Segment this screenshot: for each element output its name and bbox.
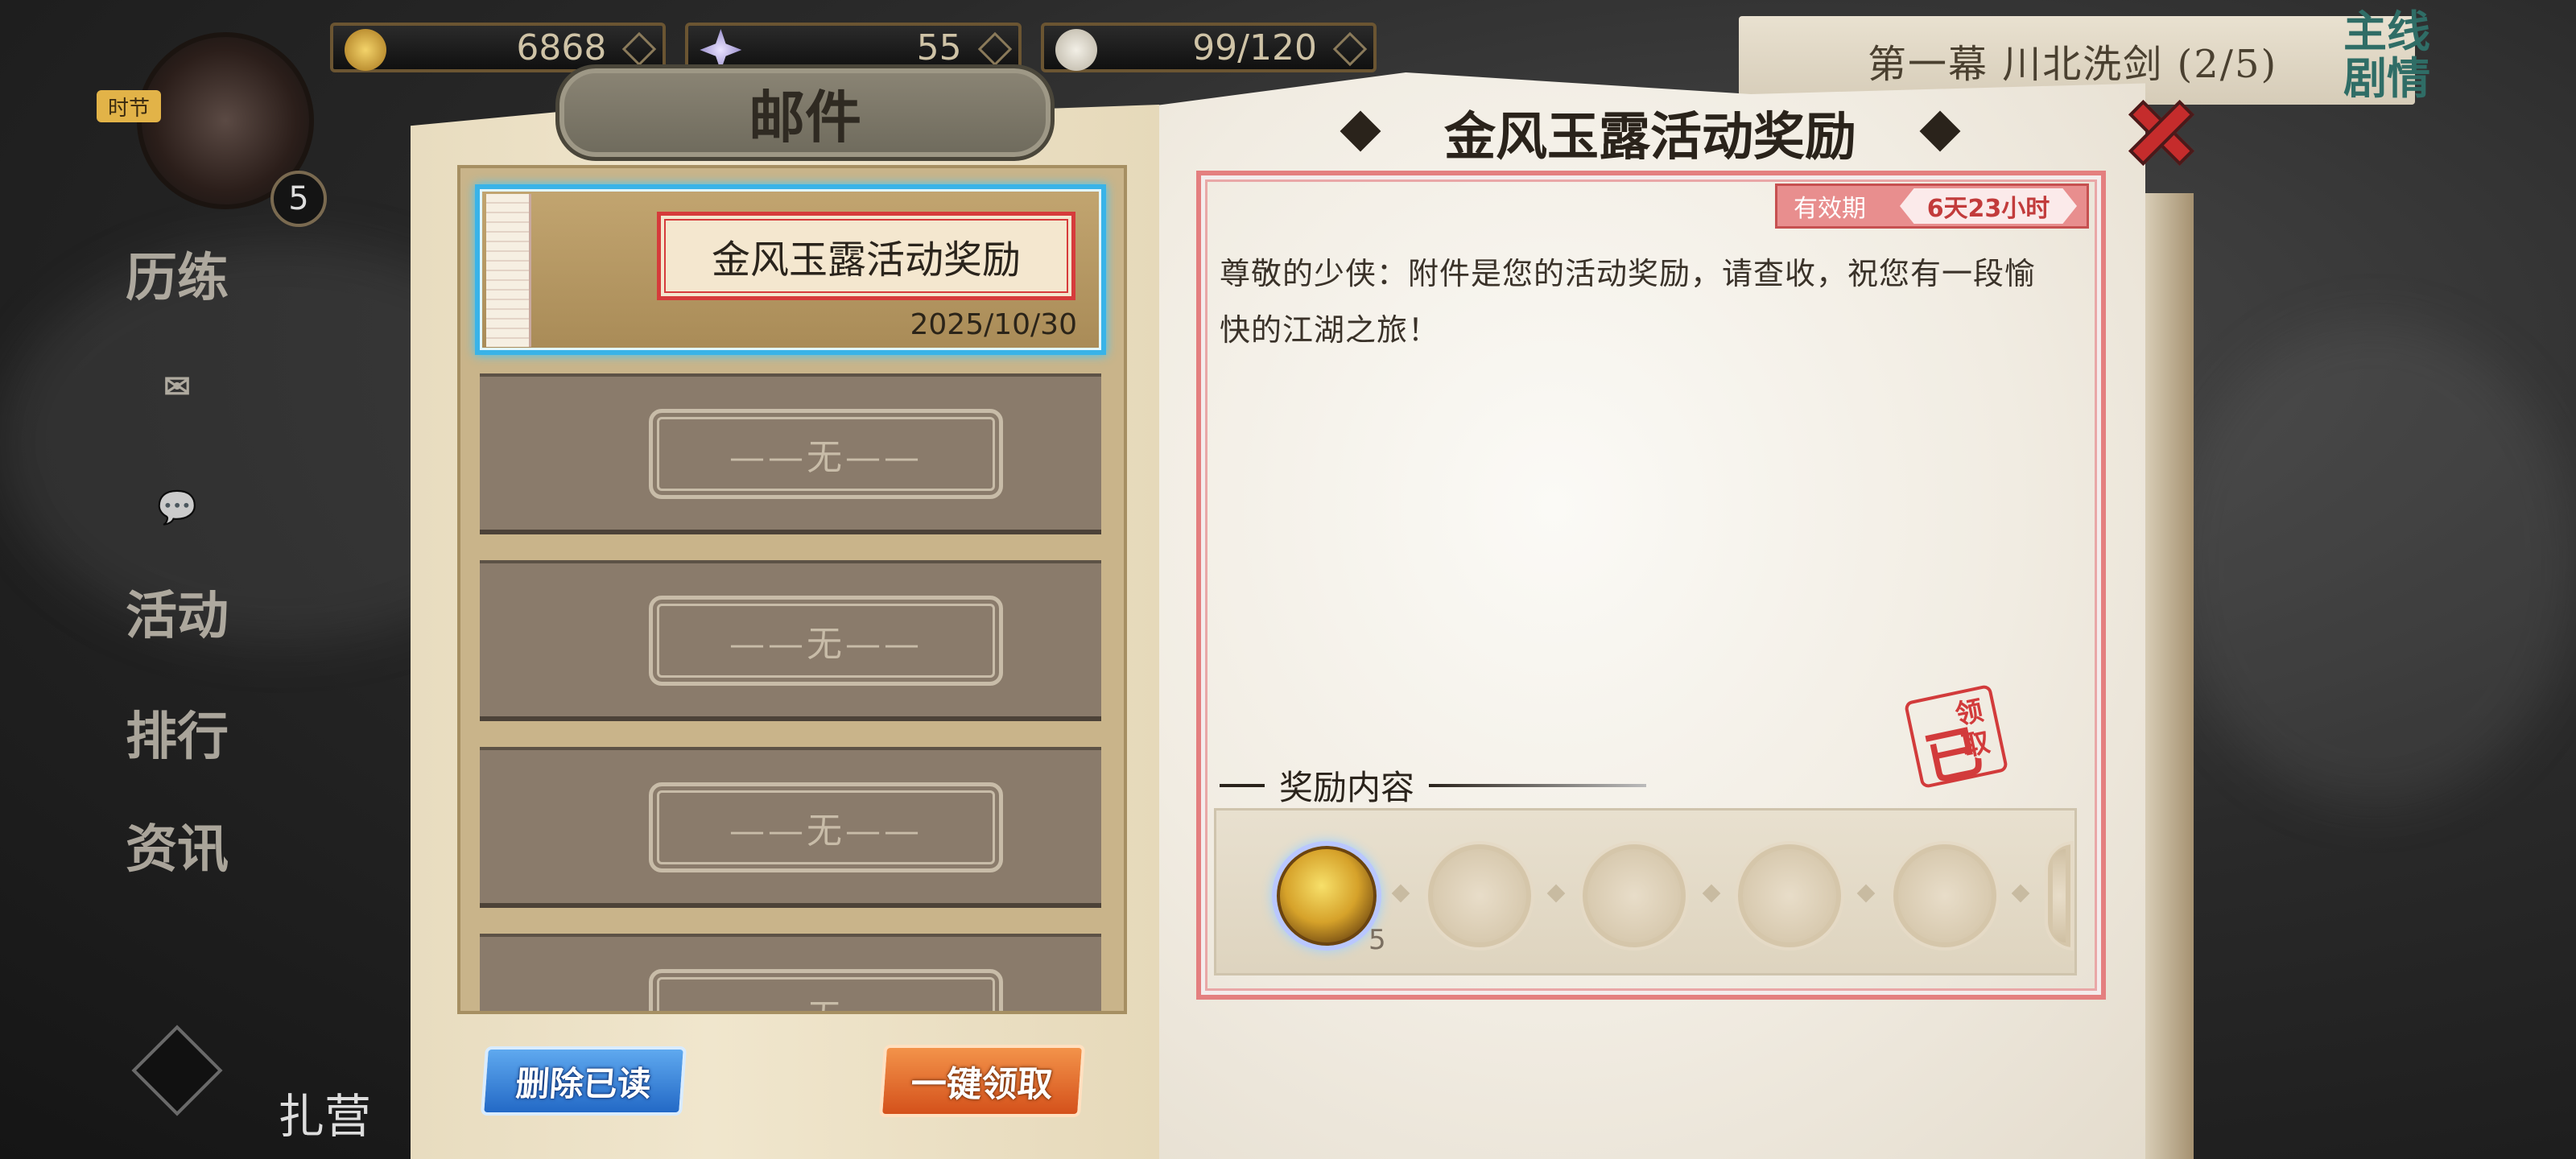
background-cloud: [2174, 322, 2576, 805]
side-menu-training[interactable]: 历练: [121, 225, 233, 322]
story-title: 第一幕 川北洗剑 (2/5): [1868, 42, 2278, 87]
letter-paper-icon: [486, 194, 531, 347]
add-coins-icon[interactable]: [622, 31, 657, 67]
mail-item-empty: ——无——: [480, 934, 1101, 1011]
mail-subject: 金风玉露活动奖励: [657, 212, 1075, 300]
stamina-icon: [1055, 29, 1097, 71]
coins-value: 6868: [516, 27, 607, 68]
reward-header: 奖励内容: [1220, 761, 1647, 810]
empty-reward-slot: [1425, 841, 1534, 951]
side-menu-ranking[interactable]: 排行: [121, 684, 233, 781]
header-trail: [1429, 783, 1647, 787]
side-menu-news[interactable]: 资讯: [121, 797, 233, 893]
claimed-stamp: 已 领取: [1903, 683, 2009, 794]
empty-label: ——无——: [649, 596, 1003, 686]
add-crystal-icon[interactable]: [977, 31, 1012, 67]
validity-badge: 有效期 6天23小时: [1775, 184, 2089, 229]
validity-label: 有效期: [1794, 195, 1866, 223]
empty-reward-slot: [2045, 841, 2074, 951]
mail-subject-text: 金风玉露活动奖励: [711, 237, 1021, 283]
time-tag: 时节: [97, 90, 161, 122]
stamina-value: 99/120: [1192, 27, 1317, 68]
reward-header-text: 奖励内容: [1279, 768, 1415, 807]
claim-all-button[interactable]: 一键领取: [878, 1045, 1086, 1117]
player-level-badge: 5: [270, 171, 327, 227]
header-dash: [1220, 783, 1265, 787]
letter-icon: ✉: [163, 367, 191, 406]
mail-item-empty: ——无——: [480, 747, 1101, 908]
validity-value: 6天23小时: [1900, 188, 2077, 224]
delete-read-button[interactable]: 删除已读: [480, 1046, 687, 1116]
chat-icon: 💬: [157, 488, 197, 526]
mail-list[interactable]: 金风玉露活动奖励 2025/10/30 ——无—— ——无—— ——无—— ——…: [457, 165, 1127, 1014]
menu-icon[interactable]: [131, 1025, 223, 1116]
side-menu-letters[interactable]: ✉: [121, 338, 233, 435]
reward-count: 5: [1368, 924, 1386, 956]
crystal-value: 55: [916, 27, 962, 68]
empty-reward-slot: [1890, 841, 2000, 951]
close-button[interactable]: [2117, 89, 2206, 177]
mail-date: 2025/10/30: [910, 308, 1078, 341]
mail-title-text: 邮件: [749, 83, 861, 151]
empty-label: ——无——: [649, 782, 1003, 872]
camp-button[interactable]: 扎营: [278, 1079, 371, 1146]
mail-body-text: 尊敬的少侠：附件是您的活动奖励，请查收，祝您有一段愉快的江湖之旅！: [1220, 256, 2037, 348]
side-menu-chat[interactable]: 💬: [121, 459, 233, 555]
resource-stamina[interactable]: 99/120: [1040, 23, 1377, 72]
add-stamina-icon[interactable]: [1332, 31, 1368, 67]
scroll-edge: [2145, 193, 2194, 1159]
empty-reward-slot: [1579, 841, 1689, 951]
empty-reward-slot: [1735, 841, 1844, 951]
mail-item-empty: ——无——: [480, 373, 1101, 534]
story-tag: 主线剧情: [2343, 6, 2430, 104]
side-menu-activity[interactable]: 活动: [121, 563, 233, 660]
mail-item-selected[interactable]: 金风玉露活动奖励 2025/10/30: [475, 184, 1106, 355]
coins-icon: [345, 29, 386, 71]
gold-token-icon[interactable]: [1272, 841, 1381, 951]
empty-label: ——无——: [649, 409, 1003, 499]
empty-label: ——无——: [649, 969, 1003, 1011]
mail-item-empty: ——无——: [480, 560, 1101, 721]
detail-title: 金风玉露活动奖励: [1444, 107, 1856, 167]
mail-title: 邮件: [555, 64, 1055, 161]
